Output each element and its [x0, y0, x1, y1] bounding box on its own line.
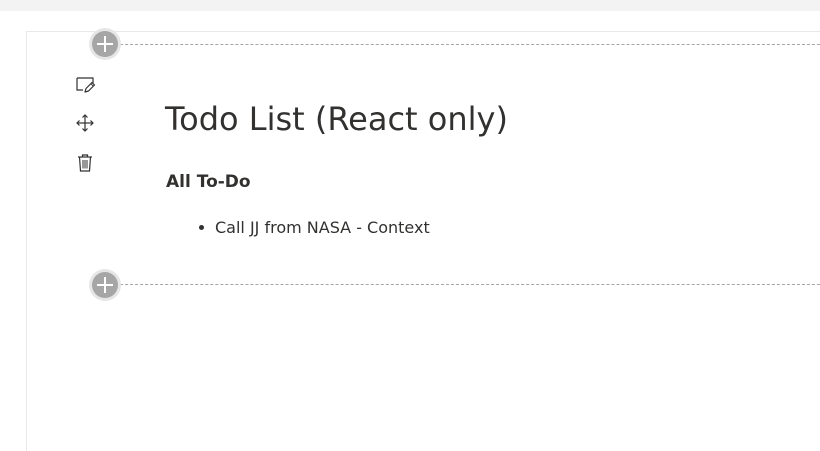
edit-web-part-button[interactable] [74, 74, 96, 96]
top-bar [0, 0, 820, 11]
todo-item-text: Call JJ from NASA - Context [215, 218, 430, 237]
add-section-button-top[interactable] [89, 28, 121, 60]
add-section-button-bottom[interactable] [89, 269, 121, 301]
list-subtitle: All To-Do [166, 172, 251, 192]
todo-list: Call JJ from NASA - Context [199, 218, 430, 237]
move-icon [76, 114, 94, 132]
bullet-icon [199, 225, 204, 230]
list-item: Call JJ from NASA - Context [199, 218, 430, 237]
section-divider-top [105, 44, 820, 45]
page-title: Todo List (React only) [165, 100, 508, 138]
delete-web-part-button[interactable] [74, 152, 96, 174]
plus-icon [97, 36, 113, 52]
section-divider-bottom [105, 284, 820, 285]
move-web-part-button[interactable] [74, 112, 96, 134]
plus-icon [97, 277, 113, 293]
page-canvas [26, 31, 820, 451]
delete-icon [78, 154, 92, 172]
edit-properties-icon [76, 77, 96, 93]
